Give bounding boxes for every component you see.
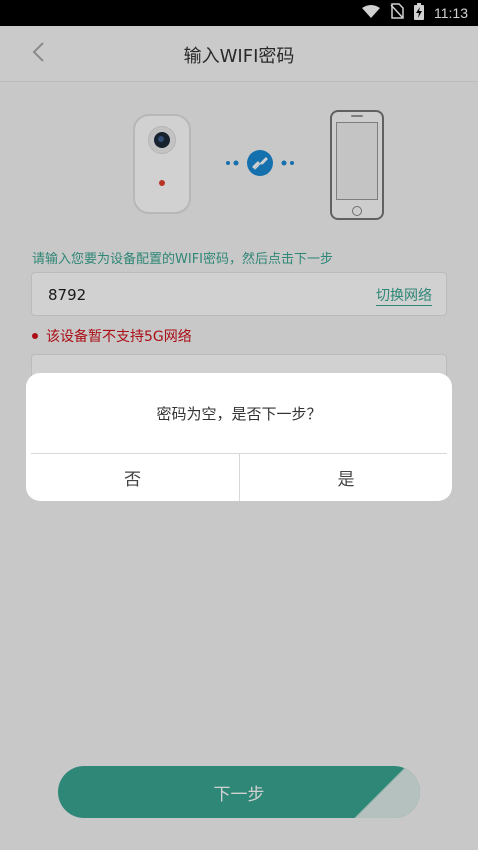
dialog-yes-button[interactable]: 是 <box>240 454 452 501</box>
dialog-no-button[interactable]: 否 <box>26 454 239 501</box>
dialog-message: 密码为空，是否下一步？ <box>156 405 322 423</box>
confirm-dialog: 密码为空，是否下一步？ 否 是 <box>26 373 452 501</box>
